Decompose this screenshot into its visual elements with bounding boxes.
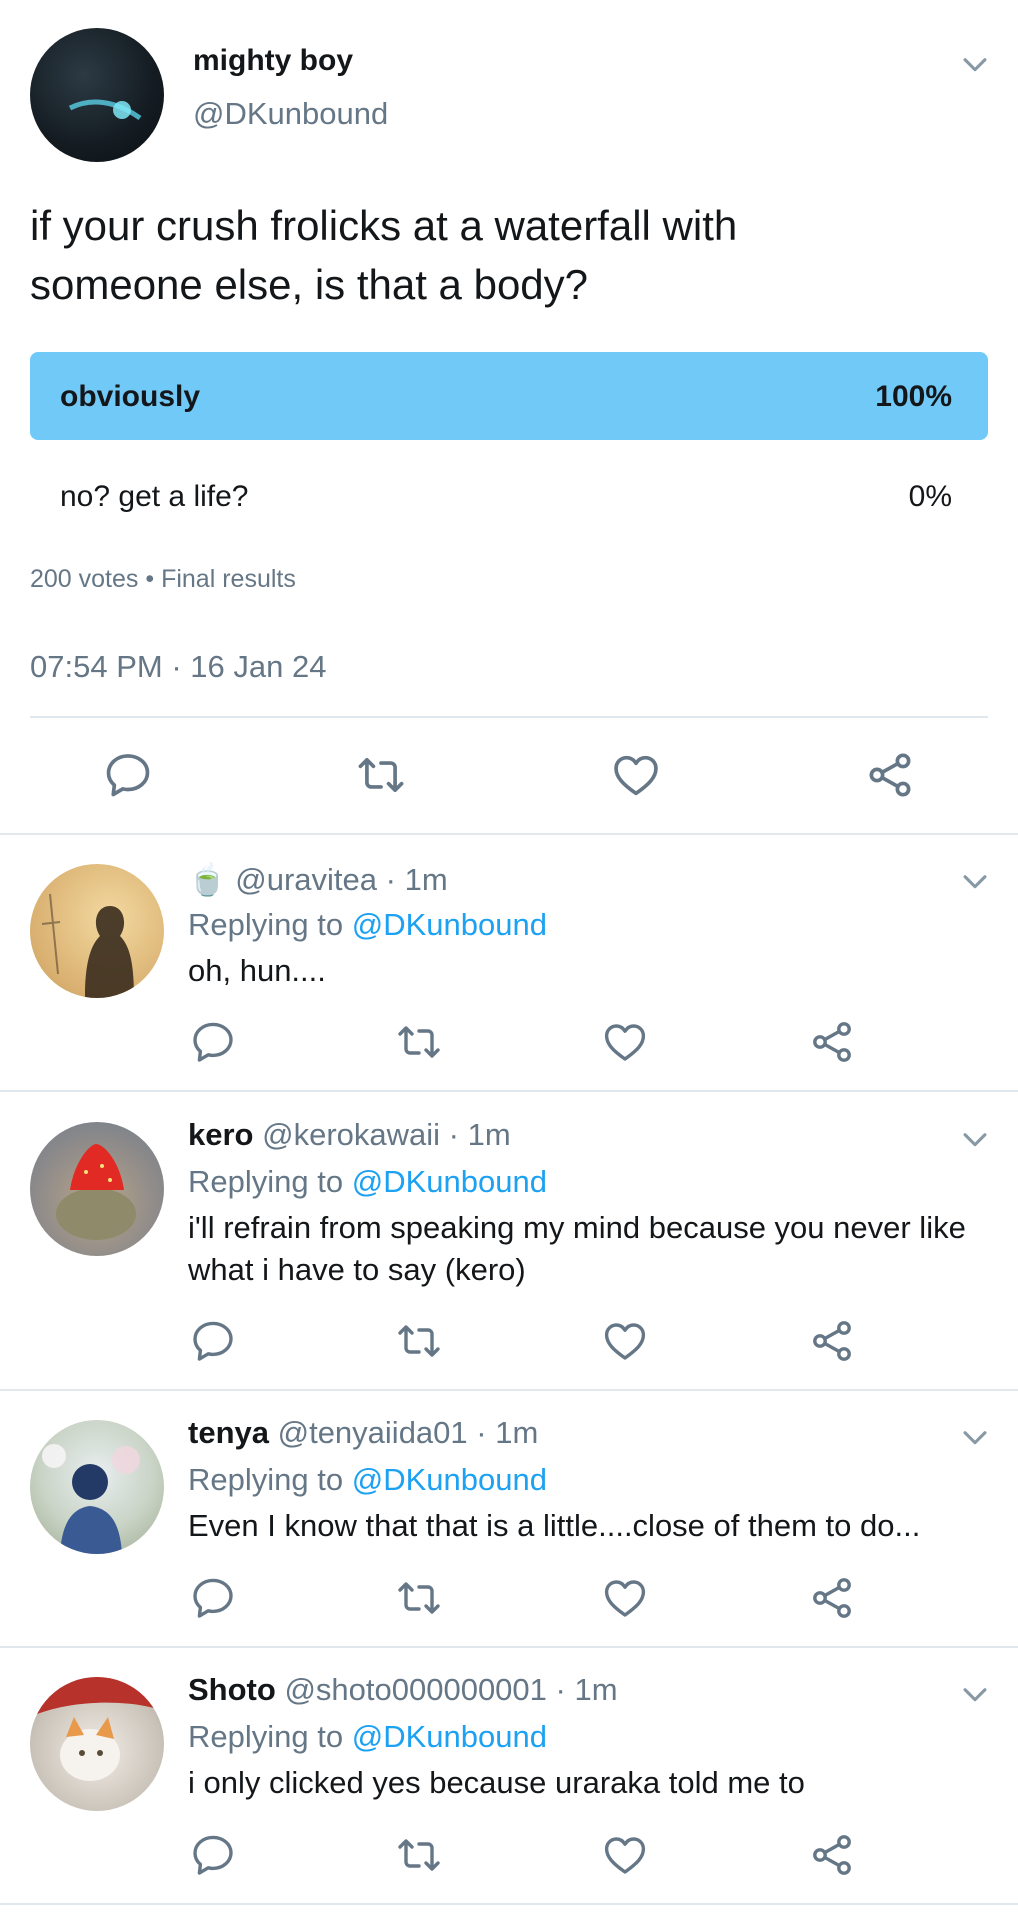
- tweet-text: if your crush frolicks at a waterfall wi…: [30, 202, 738, 308]
- like-icon[interactable]: [601, 1574, 649, 1622]
- separator-dot: ·: [555, 1672, 566, 1707]
- retweet-icon[interactable]: [395, 1574, 443, 1622]
- author-handle[interactable]: @DKunbound: [193, 96, 388, 132]
- separator-dot: •: [145, 565, 162, 593]
- poll-votes: 200 votes: [30, 565, 139, 593]
- reply-handle[interactable]: @kerokawaii: [262, 1117, 440, 1152]
- like-icon[interactable]: [601, 1831, 649, 1879]
- replying-to-prefix: Replying to: [188, 907, 344, 942]
- poll-option-percent: 100%: [875, 380, 952, 413]
- replying-to: Replying to @DKunbound: [188, 1462, 547, 1498]
- divider: [0, 1090, 1018, 1092]
- share-icon[interactable]: [808, 1574, 856, 1622]
- separator-dot: ·: [171, 649, 191, 684]
- chevron-down-icon[interactable]: [958, 47, 992, 81]
- retweet-icon[interactable]: [395, 1317, 443, 1365]
- reply-text: i'll refrain from speaking my mind becau…: [188, 1210, 966, 1287]
- replying-to-handle[interactable]: @DKunbound: [352, 1164, 547, 1199]
- like-icon[interactable]: [610, 749, 662, 801]
- poll-option-winner: obviously 100%: [30, 352, 988, 440]
- tweet-time: 07:54 PM: [30, 649, 163, 684]
- share-icon[interactable]: [808, 1831, 856, 1879]
- like-icon[interactable]: [601, 1317, 649, 1365]
- reply-avatar[interactable]: [30, 864, 164, 998]
- reply-display-name[interactable]: tenya: [188, 1415, 269, 1450]
- reply-text: oh, hun....: [188, 953, 326, 988]
- reply-display-name[interactable]: kero: [188, 1117, 253, 1152]
- author-avatar[interactable]: [30, 28, 164, 162]
- reply-avatar[interactable]: [30, 1122, 164, 1256]
- reply-time: 1m: [404, 862, 448, 897]
- replying-to-handle[interactable]: @DKunbound: [352, 907, 547, 942]
- replying-to: Replying to @DKunbound: [188, 907, 547, 943]
- divider: [0, 833, 1018, 835]
- reply-avatar[interactable]: [30, 1677, 164, 1811]
- reply-header: tenya @tenyaiida01 · 1m: [188, 1415, 538, 1451]
- reply-display-name[interactable]: Shoto: [188, 1672, 276, 1707]
- share-icon[interactable]: [864, 749, 916, 801]
- reply-time: 1m: [574, 1672, 618, 1707]
- replying-to: Replying to @DKunbound: [188, 1164, 547, 1200]
- reply-icon[interactable]: [189, 1018, 237, 1066]
- reply-handle[interactable]: @uravitea: [235, 862, 377, 897]
- replying-to-prefix: Replying to: [188, 1164, 344, 1199]
- separator-dot: ·: [448, 1117, 459, 1152]
- replying-to-prefix: Replying to: [188, 1462, 344, 1497]
- poll-summary: 200 votes • Final results: [30, 565, 296, 594]
- reply-icon[interactable]: [189, 1574, 237, 1622]
- reply-header: kero @kerokawaii · 1m: [188, 1117, 511, 1153]
- retweet-icon[interactable]: [395, 1018, 443, 1066]
- reply-icon[interactable]: [102, 749, 154, 801]
- separator-dot: ·: [385, 862, 396, 897]
- tweet-date: 16 Jan 24: [190, 649, 327, 684]
- poll-option-label: obviously: [60, 380, 201, 413]
- reply-icon[interactable]: [189, 1831, 237, 1879]
- poll-option: no? get a life? 0%: [30, 452, 988, 540]
- reply-header: Shoto @shoto000000001 · 1m: [188, 1672, 618, 1708]
- poll-option-label: no? get a life?: [60, 480, 249, 513]
- reply-icon[interactable]: [189, 1317, 237, 1365]
- tweet-timestamp: 07:54 PM · 16 Jan 24: [30, 649, 326, 685]
- like-icon[interactable]: [601, 1018, 649, 1066]
- reply-time: 1m: [495, 1415, 539, 1450]
- share-icon[interactable]: [808, 1317, 856, 1365]
- chevron-down-icon[interactable]: [958, 864, 992, 898]
- retweet-icon[interactable]: [395, 1831, 443, 1879]
- cup-emoji: 🍵: [188, 862, 227, 897]
- replying-to-handle[interactable]: @DKunbound: [352, 1719, 547, 1754]
- reply-time: 1m: [467, 1117, 511, 1152]
- replying-to-prefix: Replying to: [188, 1719, 344, 1754]
- divider: [0, 1646, 1018, 1648]
- chevron-down-icon[interactable]: [958, 1677, 992, 1711]
- reply-avatar[interactable]: [30, 1420, 164, 1554]
- retweet-icon[interactable]: [355, 749, 407, 801]
- poll-status: Final results: [161, 565, 296, 593]
- separator-dot: ·: [476, 1415, 487, 1450]
- chevron-down-icon[interactable]: [958, 1420, 992, 1454]
- divider: [0, 1389, 1018, 1391]
- reply-header: 🍵 @uravitea · 1m: [188, 861, 448, 898]
- reply-text: i only clicked yes because uraraka told …: [188, 1765, 805, 1800]
- reply-handle[interactable]: @shoto000000001: [284, 1672, 546, 1707]
- replying-to: Replying to @DKunbound: [188, 1719, 547, 1755]
- replying-to-handle[interactable]: @DKunbound: [352, 1462, 547, 1497]
- poll-option-percent: 0%: [908, 480, 952, 513]
- divider: [0, 1903, 1018, 1905]
- share-icon[interactable]: [808, 1018, 856, 1066]
- reply-handle[interactable]: @tenyaiida01: [278, 1415, 468, 1450]
- reply-text: Even I know that that is a little....clo…: [188, 1508, 921, 1543]
- author-display-name[interactable]: mighty boy: [193, 44, 353, 78]
- divider: [30, 716, 988, 718]
- chevron-down-icon[interactable]: [958, 1122, 992, 1156]
